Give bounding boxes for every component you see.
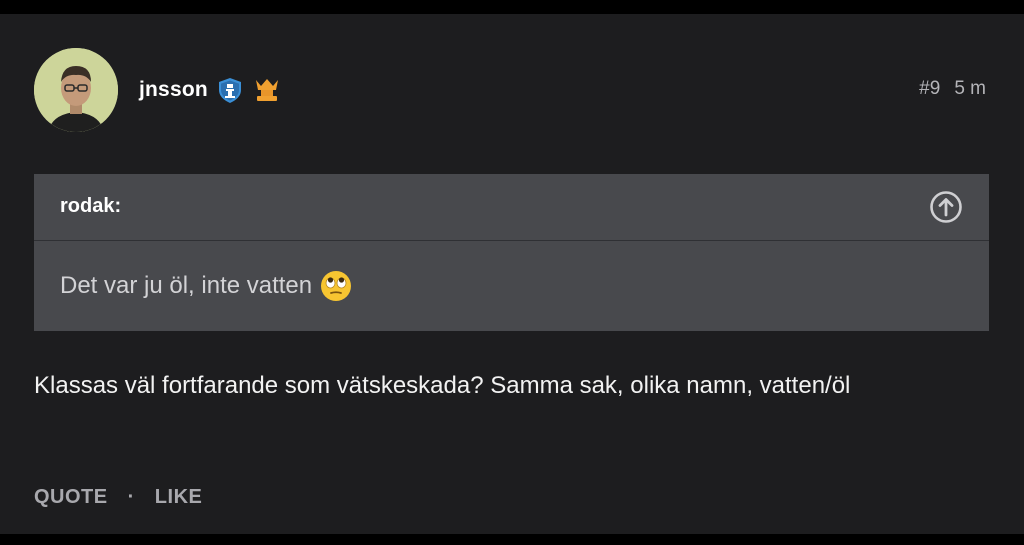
- avatar-image: [34, 48, 118, 132]
- rolling-eyes-emoji-icon: [320, 270, 352, 302]
- action-separator: ·: [127, 486, 135, 508]
- like-button[interactable]: LIKE: [155, 486, 203, 509]
- quote-author: rodak:: [60, 195, 122, 217]
- post-header: jnsson #9 5 m: [34, 48, 986, 132]
- post-card: jnsson #9 5 m rodak: Det var ju öl, inte…: [0, 14, 1024, 534]
- username[interactable]: jnsson: [139, 78, 208, 102]
- avatar[interactable]: [34, 48, 118, 132]
- quote-text-row: Det var ju öl, inte vatten: [60, 270, 352, 302]
- username-row: jnsson: [139, 74, 282, 106]
- quote-text: Det var ju öl, inte vatten: [60, 272, 313, 299]
- post-actions: QUOTE · LIKE: [34, 486, 202, 509]
- quote-header: rodak:: [34, 174, 989, 241]
- shield-badge-icon: [216, 76, 244, 104]
- post-meta: #9 5 m: [919, 78, 986, 100]
- quote-block: rodak: Det var ju öl, inte vatten: [34, 174, 989, 331]
- post-number[interactable]: #9: [919, 78, 940, 100]
- crown-badge-icon: [252, 76, 282, 104]
- post-time[interactable]: 5 m: [954, 78, 986, 100]
- quote-button[interactable]: QUOTE: [34, 486, 108, 509]
- post-body: Klassas väl fortfarande som vätskeskada?…: [34, 372, 851, 399]
- arrow-up-circle-icon[interactable]: [929, 190, 963, 224]
